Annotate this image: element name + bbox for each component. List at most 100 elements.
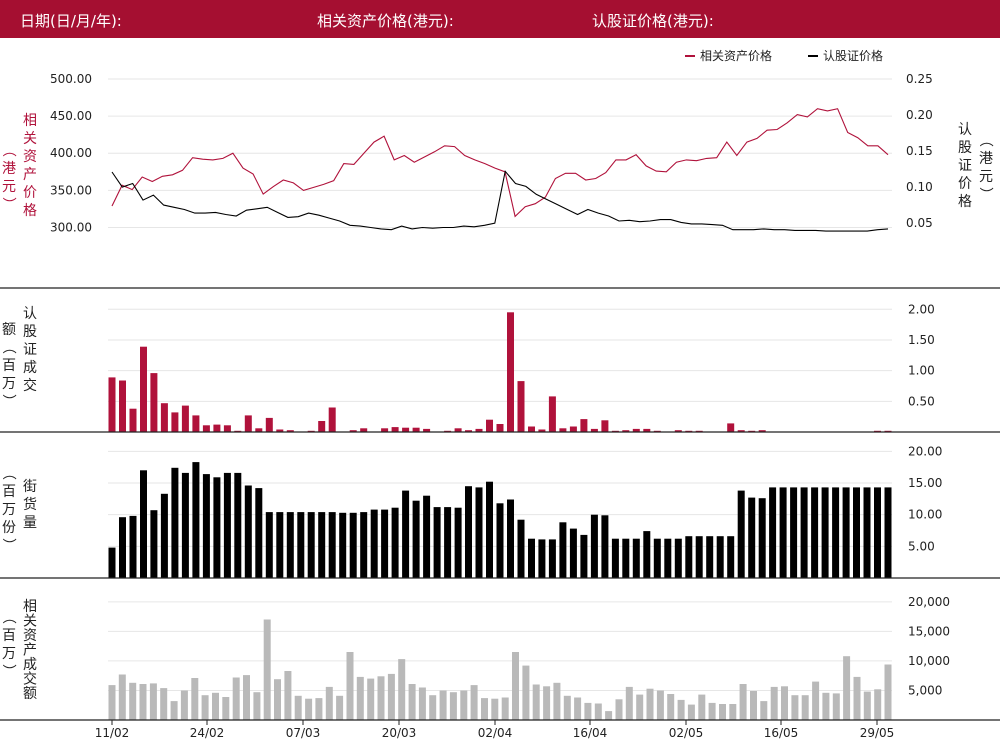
- left-axis-tick: 500.00: [50, 72, 92, 86]
- outstanding-bar: [213, 477, 221, 578]
- asset-turnover-bar: [625, 686, 633, 720]
- asset-turnover-bar: [553, 682, 561, 720]
- asset-turnover-bar: [356, 676, 364, 720]
- asset-turnover-bar: [563, 695, 571, 720]
- right-axis-title-char: 证: [958, 158, 972, 174]
- asset-turnover-bar: [750, 691, 757, 720]
- left-axis-title-char: 产: [23, 167, 37, 183]
- outstanding-bar: [475, 487, 483, 578]
- asset-turnover-tick: 15,000: [908, 624, 950, 638]
- outstanding-bar: [307, 512, 315, 578]
- turnover-axis-unit-char: 额: [2, 322, 16, 338]
- outstanding-bar: [622, 538, 630, 578]
- right-axis-unit-char: ）: [977, 187, 993, 201]
- outstanding-bar: [821, 487, 829, 578]
- outstanding-axis-title-char: 量: [23, 515, 37, 531]
- outstanding-bar: [181, 472, 189, 578]
- outstanding-bar: [465, 486, 472, 578]
- asset-turnover-bar: [243, 675, 250, 720]
- asset-turnover-bar: [315, 698, 323, 720]
- asset-turnover-bar: [108, 685, 116, 720]
- left-axis-tick: 350.00: [50, 183, 92, 197]
- right-axis-tick: 0.10: [906, 180, 933, 194]
- warrant-turnover-bar: [727, 423, 735, 432]
- outstanding-bar: [779, 487, 787, 578]
- outstanding-bar: [192, 462, 200, 578]
- outstanding-axis-unit-char: 百: [2, 484, 16, 500]
- asset-turnover-bar: [481, 698, 488, 720]
- asset-turnover-bar: [377, 676, 385, 720]
- outstanding-tick: 15.00: [908, 476, 942, 490]
- asset-turnover-bar: [263, 619, 271, 720]
- asset-turnover-bar: [180, 690, 188, 720]
- asset-turnover-bar: [201, 695, 209, 720]
- warrant-turnover-bar: [528, 426, 535, 432]
- warrant-chart: 300.00 350.00 400.00 450.00 500.00 0.05 0.10 0.…: [0, 48, 1000, 740]
- asset-turnover-bar: [398, 659, 406, 720]
- left-axis-tick: 450.00: [50, 109, 92, 123]
- outstanding-bar: [507, 499, 514, 578]
- right-axis-title-char: 认: [958, 122, 972, 138]
- outstanding-bar: [538, 539, 546, 578]
- outstanding-bar: [664, 538, 672, 578]
- legend-warrant-label: 认股证价格: [823, 48, 883, 63]
- outstanding-axis-title-char: 街: [23, 479, 37, 495]
- asset-turnover-bar: [812, 681, 820, 720]
- outstanding-bar: [360, 512, 368, 578]
- x-axis-tick-label: 11/02: [95, 726, 130, 740]
- asset-turnover-bar: [232, 677, 240, 720]
- outstanding-bar: [119, 517, 126, 578]
- outstanding-bar: [349, 512, 357, 578]
- warrant-turnover-tick: 1.00: [908, 364, 935, 378]
- outstanding-bar: [140, 470, 147, 578]
- outstanding-bar: [223, 472, 231, 578]
- asset-turnover-bar: [522, 665, 530, 720]
- asset-turnover-bar: [284, 671, 292, 720]
- outstanding-bar: [486, 481, 493, 578]
- date-label: 日期(日/月/年):: [20, 12, 122, 30]
- asset-turnover-bar: [429, 695, 437, 720]
- outstanding-bar: [601, 515, 609, 578]
- warrant-turnover-bar: [213, 424, 221, 432]
- asset-turnover-bar: [449, 692, 457, 720]
- x-axis-tick-label: 16/04: [573, 726, 608, 740]
- asset-turnover-bar: [781, 686, 788, 720]
- warrant-turnover-tick: 1.50: [908, 333, 935, 347]
- warrant-turnover-bar: [129, 408, 137, 432]
- outstanding-bar: [569, 528, 577, 578]
- outstanding-bar: [643, 531, 651, 578]
- outstanding-bar: [590, 514, 598, 578]
- asset-turnover-bar: [460, 690, 468, 720]
- warrant-price-label: 认股证价格(港元):: [592, 12, 714, 30]
- asset-turnover-bar: [760, 701, 768, 720]
- right-axis-tick: 0.20: [906, 108, 933, 122]
- outstanding-bar: [653, 538, 661, 578]
- asset-turnover-bar: [853, 676, 861, 720]
- turnover-axis-unit-char: ）: [0, 394, 16, 408]
- left-axis-title-char: 格: [23, 203, 37, 219]
- outstanding-bar: [706, 536, 714, 578]
- x-axis-tick-label: 20/03: [382, 726, 417, 740]
- asset-turnover-bar: [253, 692, 261, 720]
- warrant-turnover-bar: [108, 377, 116, 432]
- left-axis-title-char: 资: [23, 149, 37, 165]
- asset-turnover-axis-unit-char: ）: [0, 664, 16, 678]
- asset-turnover-bar: [118, 674, 126, 720]
- outstanding-bar: [129, 515, 137, 578]
- asset-price-line: [111, 108, 889, 218]
- outstanding-bar: [748, 497, 756, 578]
- outstanding-bar: [874, 487, 881, 578]
- outstanding-bar: [234, 472, 242, 578]
- outstanding-bar: [108, 547, 116, 578]
- asset-turnover-bar: [501, 697, 509, 720]
- outstanding-bar: [265, 512, 273, 578]
- outstanding-bar: [286, 512, 294, 578]
- asset-turnover-bar: [418, 687, 426, 720]
- outstanding-bar: [528, 538, 535, 578]
- outstanding-bar: [517, 519, 525, 578]
- asset-turnover-bar: [336, 695, 344, 720]
- warrant-turnover-bar: [402, 427, 410, 432]
- outstanding-bar: [496, 503, 504, 578]
- outstanding-bar: [548, 539, 556, 578]
- warrant-turnover-bar: [160, 403, 168, 432]
